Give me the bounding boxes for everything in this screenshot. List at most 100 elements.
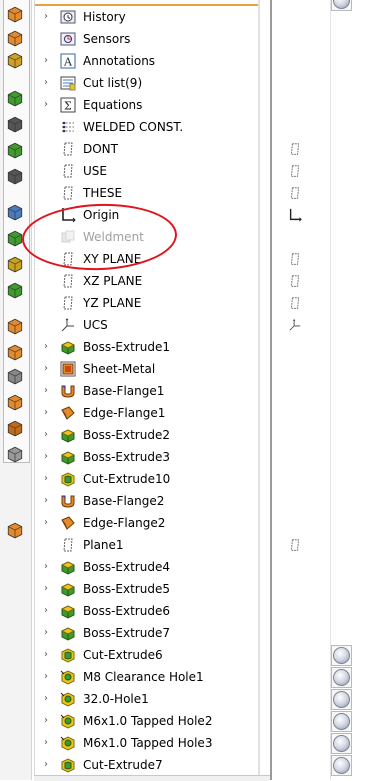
tree-item-equations[interactable]: › Σ Equations <box>36 94 258 116</box>
tree-item-ucs[interactable]: UCS <box>36 314 258 336</box>
tree-item-boss-extrude2[interactable]: › Boss-Extrude2 <box>36 424 258 446</box>
expand-arrow-icon[interactable]: › <box>41 429 51 441</box>
zoom-part-icon[interactable] <box>5 166 25 186</box>
insert-part-icon[interactable] <box>5 392 25 412</box>
expand-arrow-icon[interactable]: › <box>41 385 51 397</box>
tree-item-edge-flange2[interactable]: › Edge-Flange2 <box>36 512 258 534</box>
tree-item-m6x1-0-tapped-hole3[interactable]: › M6x1.0 Tapped Hole3 <box>36 732 258 754</box>
graphics-origin-icon[interactable] <box>288 206 302 224</box>
expand-arrow-icon[interactable]: › <box>41 11 51 23</box>
tree-item-cut-extrude6[interactable]: › Cut-Extrude6 <box>36 644 258 666</box>
tree-item-these[interactable]: THESE <box>36 182 258 204</box>
expand-arrow-icon[interactable]: › <box>41 363 51 375</box>
appearance-sphere-icon[interactable] <box>333 713 350 730</box>
tree-item-m6x1-0-tapped-hole2[interactable]: › M6x1.0 Tapped Hole2 <box>36 710 258 732</box>
graphics-area[interactable] <box>272 0 373 780</box>
tree-item-label: Edge-Flange2 <box>83 516 166 530</box>
tree-item-label: 32.0-Hole1 <box>83 692 149 706</box>
expand-arrow-icon[interactable]: › <box>41 55 51 67</box>
boss-tool-icon[interactable] <box>5 254 25 274</box>
expand-arrow-icon[interactable]: › <box>41 517 51 529</box>
boss-extrude-icon <box>59 625 77 641</box>
hem-tool-icon[interactable] <box>5 50 25 70</box>
tree-item-boss-extrude6[interactable]: › Boss-Extrude6 <box>36 600 258 622</box>
tree-item-cut-extrude10[interactable]: › Cut-Extrude10 <box>36 468 258 490</box>
boss-extrude-icon <box>59 559 77 575</box>
expand-arrow-icon[interactable]: › <box>41 451 51 463</box>
edge-flange-tool-icon[interactable] <box>5 28 25 48</box>
flatten-icon[interactable] <box>5 280 25 300</box>
inspect-icon[interactable] <box>5 88 25 108</box>
cut-extrude-icon <box>59 471 77 487</box>
expand-arrow-icon[interactable]: › <box>41 495 51 507</box>
lofted-bend-icon[interactable] <box>5 366 25 386</box>
rib-icon[interactable] <box>5 418 25 438</box>
expand-arrow-icon[interactable]: › <box>41 583 51 595</box>
expand-arrow-icon[interactable]: › <box>41 99 51 111</box>
tree-item-annotations[interactable]: › A Annotations <box>36 50 258 72</box>
expand-arrow-icon[interactable]: › <box>41 77 51 89</box>
reference-icon[interactable] <box>5 140 25 160</box>
weld-bead-icon[interactable] <box>5 114 25 134</box>
tree-item-boss-extrude3[interactable]: › Boss-Extrude3 <box>36 446 258 468</box>
boss-extrude-icon <box>59 427 77 443</box>
sweep-icon[interactable] <box>5 4 25 24</box>
graphics-plane-icon[interactable] <box>288 294 302 312</box>
appearance-sphere-icon[interactable] <box>333 757 350 774</box>
tree-item-edge-flange1[interactable]: › Edge-Flange1 <box>36 402 258 424</box>
tree-item-history[interactable]: › History <box>36 6 258 28</box>
tree-item-sheet-metal[interactable]: › Sheet-Metal <box>36 358 258 380</box>
tree-item-cut-list-9[interactable]: › Cut list(9) <box>36 72 258 94</box>
tree-item-m8-clearance-hole1[interactable]: › M8 Clearance Hole1 <box>36 666 258 688</box>
tree-item-boss-extrude1[interactable]: › Boss-Extrude1 <box>36 336 258 358</box>
appearance-sphere-icon[interactable] <box>333 669 350 686</box>
tree-item-base-flange2[interactable]: › Base-Flange2 <box>36 490 258 512</box>
tree-item-32-0-hole1[interactable]: › 32.0-Hole1 <box>36 688 258 710</box>
tree-item-boss-extrude7[interactable]: › Boss-Extrude7 <box>36 622 258 644</box>
graphics-coordinate-system-icon[interactable] <box>288 316 302 334</box>
expand-arrow-icon[interactable]: › <box>41 759 51 771</box>
graphics-plane-icon[interactable] <box>288 536 302 554</box>
edge-flange-icon <box>59 405 77 421</box>
expand-arrow-icon[interactable]: › <box>41 649 51 661</box>
tree-scroll-track[interactable] <box>258 0 260 780</box>
hole-wizard-icon <box>59 713 77 729</box>
expand-arrow-icon[interactable]: › <box>41 561 51 573</box>
expand-arrow-icon[interactable]: › <box>41 473 51 485</box>
tree-item-boss-extrude5[interactable]: › Boss-Extrude5 <box>36 578 258 600</box>
tree-item-base-flange1[interactable]: › Base-Flange1 <box>36 380 258 402</box>
tree-item-yz-plane[interactable]: YZ PLANE <box>36 292 258 314</box>
appearance-sphere-icon[interactable] <box>333 735 350 752</box>
graphics-plane-icon[interactable] <box>288 184 302 202</box>
tree-item-xz-plane[interactable]: XZ PLANE <box>36 270 258 292</box>
explode-icon[interactable] <box>5 316 25 336</box>
tree-item-cut-extrude7[interactable]: › Cut-Extrude7 <box>36 754 258 776</box>
box-view-icon[interactable] <box>5 202 25 222</box>
tree-item-welded-const[interactable]: WELDED CONST. <box>36 116 258 138</box>
sheet-metal-icon <box>59 361 77 377</box>
graphics-plane-icon[interactable] <box>288 250 302 268</box>
graphics-plane-icon[interactable] <box>288 162 302 180</box>
expand-arrow-icon[interactable]: › <box>41 715 51 727</box>
tree-item-dont[interactable]: DONT <box>36 138 258 160</box>
expand-arrow-icon[interactable]: › <box>41 627 51 639</box>
graphics-plane-icon[interactable] <box>288 140 302 158</box>
tree-item-label: Boss-Extrude3 <box>83 450 170 464</box>
expand-arrow-icon[interactable]: › <box>41 671 51 683</box>
expand-arrow-icon[interactable]: › <box>41 341 51 353</box>
vent-icon[interactable] <box>5 444 25 464</box>
tree-item-plane1[interactable]: Plane1 <box>36 534 258 556</box>
graphics-plane-icon[interactable] <box>288 272 302 290</box>
appearance-sphere-icon[interactable] <box>333 647 350 664</box>
tree-item-use[interactable]: USE <box>36 160 258 182</box>
expand-arrow-icon[interactable]: › <box>41 693 51 705</box>
appearance-sphere-icon[interactable] <box>333 691 350 708</box>
mirror-icon[interactable] <box>5 520 25 540</box>
sheet-tool-icon[interactable] <box>5 342 25 362</box>
boss-extrude-icon <box>59 449 77 465</box>
expand-arrow-icon[interactable]: › <box>41 407 51 419</box>
tree-item-boss-extrude4[interactable]: › Boss-Extrude4 <box>36 556 258 578</box>
expand-arrow-icon[interactable]: › <box>41 605 51 617</box>
expand-arrow-icon[interactable]: › <box>41 737 51 749</box>
tree-item-sensors[interactable]: Sensors <box>36 28 258 50</box>
